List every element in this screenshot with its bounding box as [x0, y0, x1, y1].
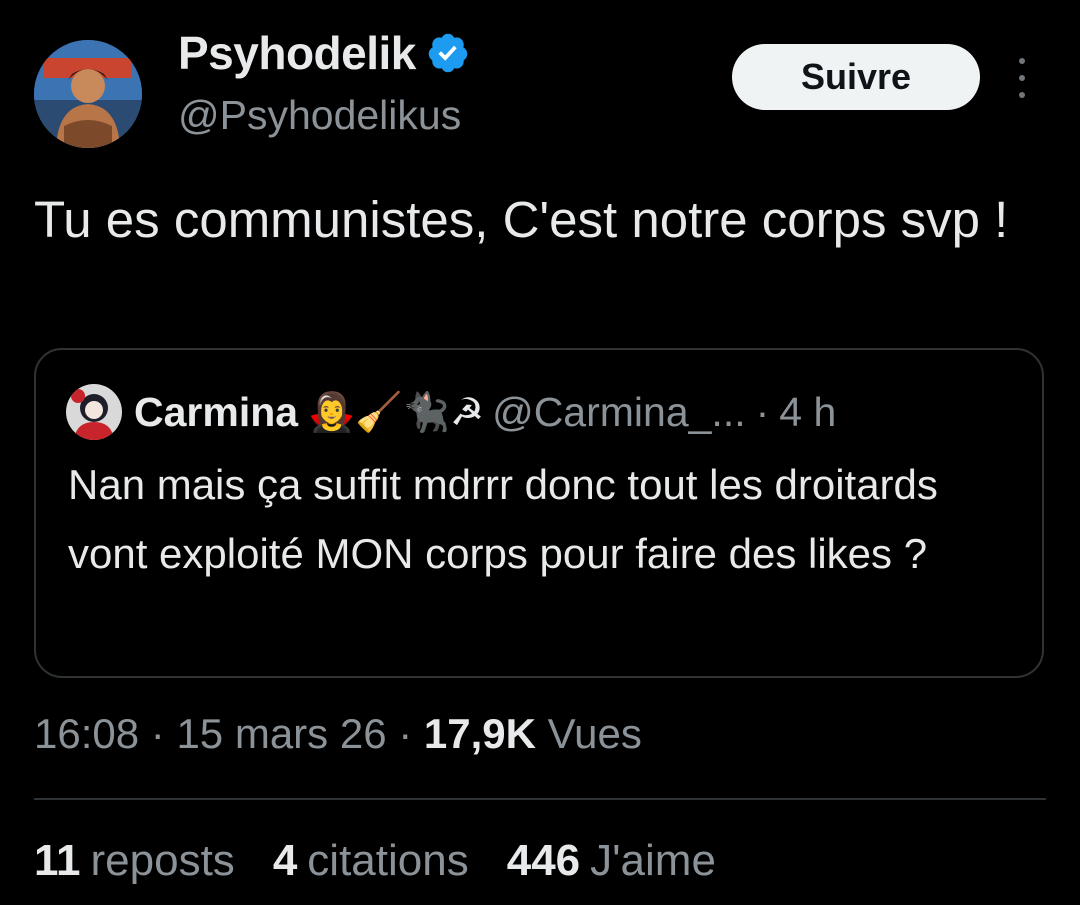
reposts-stat[interactable]: 11 reposts: [34, 836, 235, 886]
likes-stat[interactable]: 446 J'aime: [507, 836, 716, 886]
reposts-count: 11: [34, 836, 81, 885]
quotes-count: 4: [272, 836, 298, 885]
follow-button[interactable]: Suivre: [732, 44, 980, 110]
quoted-time[interactable]: 4 h: [779, 389, 836, 436]
reposts-label: reposts: [90, 836, 235, 885]
engagement-stats: 11 reposts 4 citations 446 J'aime: [34, 836, 754, 886]
quoted-tweet[interactable]: Carmina 🧛‍♀️🧹🐈‍⬛☭ @Carmina_... · 4 h Nan…: [34, 348, 1044, 678]
quoted-text: Nan mais ça suffit mdrrr donc tout les d…: [68, 461, 938, 577]
author-display-name[interactable]: Psyhodelik: [178, 26, 416, 80]
author-handle[interactable]: @Psyhodelikus: [178, 92, 461, 139]
meta-separator: ·: [150, 710, 165, 757]
tweet-text: Tu es communistes, C'est notre corps svp…: [34, 191, 1009, 248]
tweet-meta: 16:08 · 15 mars 26 · 17,9K Vues: [34, 710, 642, 758]
author-avatar[interactable]: [34, 40, 142, 148]
quoted-author-avatar[interactable]: [66, 384, 122, 440]
likes-count: 446: [506, 836, 581, 885]
quoted-name-emojis: 🧛‍♀️🧹🐈‍⬛☭: [308, 389, 485, 434]
quotes-label: citations: [307, 836, 469, 885]
quoted-display-name[interactable]: Carmina: [134, 389, 298, 436]
meta-separator: ·: [398, 710, 413, 757]
quoted-handle[interactable]: @Carmina_...: [492, 389, 746, 436]
tweet-date[interactable]: 15 mars 26: [176, 710, 386, 757]
views-label[interactable]: Vues: [548, 710, 642, 757]
quotes-stat[interactable]: 4 citations: [273, 836, 469, 886]
likes-label: J'aime: [590, 836, 716, 885]
divider: [34, 798, 1046, 800]
quoted-separator: ·: [755, 388, 770, 435]
author-name-row: Psyhodelik: [178, 26, 470, 80]
verified-badge-icon: [428, 33, 468, 73]
quoted-tweet-header: Carmina 🧛‍♀️🧹🐈‍⬛☭ @Carmina_... · 4 h: [66, 384, 836, 440]
views-count[interactable]: 17,9K: [424, 710, 536, 757]
tweet-time[interactable]: 16:08: [34, 710, 139, 757]
more-options-icon[interactable]: [1010, 58, 1034, 98]
